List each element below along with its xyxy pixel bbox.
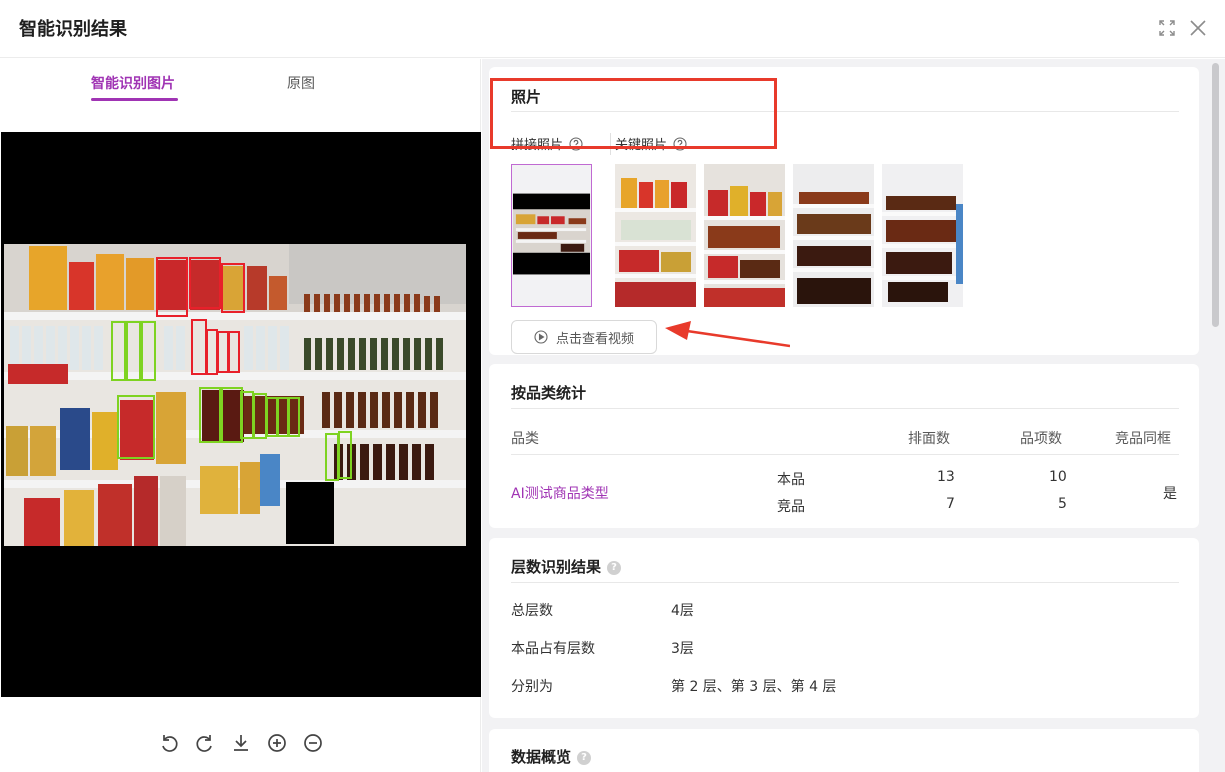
col-header-category: 品类 xyxy=(511,431,539,447)
total-layers-value: 4层 xyxy=(671,603,694,619)
zoom-out-icon[interactable] xyxy=(302,732,324,754)
divider xyxy=(511,408,1179,409)
layer-results-title: 层数识别结果? xyxy=(511,556,622,577)
key-photo-thumbnail[interactable] xyxy=(793,164,874,307)
key-photo-thumbnail[interactable] xyxy=(882,164,963,307)
play-icon xyxy=(534,330,548,344)
data-overview-title: 数据概览? xyxy=(511,746,592,767)
layers-detail-value: 第 2 层、第 3 层、第 4 层 xyxy=(671,679,837,695)
divider xyxy=(511,582,1179,583)
col-header-facings: 排面数 xyxy=(908,431,950,447)
own-layers-value: 3层 xyxy=(671,641,694,657)
help-icon[interactable]: ? xyxy=(577,750,592,765)
divider xyxy=(511,454,1179,455)
active-tab-indicator xyxy=(91,98,178,101)
own-layers-key: 本品占有层数 xyxy=(511,641,595,657)
tab-original-image[interactable]: 原图 xyxy=(287,73,315,93)
layer-results-card: 层数识别结果? 总层数 4层 本品占有层数 3层 分别为 第 2 层、第 3 层… xyxy=(489,538,1199,718)
zoom-in-icon[interactable] xyxy=(266,732,288,754)
stitched-shelf-image xyxy=(4,244,466,546)
col-header-competitor-same-frame: 竞品同框 xyxy=(1115,431,1171,447)
fullscreen-icon[interactable] xyxy=(1157,18,1177,38)
tab-smart-image[interactable]: 智能识别图片 xyxy=(91,73,175,93)
layer-results-title-text: 层数识别结果 xyxy=(511,558,602,576)
category-stats-title: 按品类统计 xyxy=(511,384,587,402)
image-toolbar xyxy=(158,732,324,754)
results-pane[interactable]: 照片 拼接照片 关键照片 点击查看视频 按品类统计 品类 排面数 品项数 竞品同… xyxy=(482,59,1225,772)
category-link[interactable]: AI测试商品类型 xyxy=(511,483,609,503)
stitched-photo-thumbnail[interactable] xyxy=(511,164,592,307)
total-layers-key: 总层数 xyxy=(511,603,553,619)
rotate-left-icon[interactable] xyxy=(158,732,180,754)
highlight-box xyxy=(490,78,777,149)
own-facings: 13 xyxy=(937,469,955,485)
close-icon[interactable] xyxy=(1188,18,1208,38)
competitor-items: 5 xyxy=(1058,496,1067,512)
dialog-header: 智能识别结果 xyxy=(0,0,1225,58)
key-photo-thumbnail[interactable] xyxy=(615,164,696,307)
own-label: 本品 xyxy=(777,472,805,488)
key-photo-thumbnail[interactable] xyxy=(704,164,785,307)
image-pane: 智能识别图片 原图 xyxy=(0,59,481,772)
own-items: 10 xyxy=(1049,469,1067,485)
help-icon[interactable]: ? xyxy=(607,560,622,575)
dialog-title: 智能识别结果 xyxy=(19,19,127,40)
competitor-facings: 7 xyxy=(946,496,955,512)
view-video-button[interactable]: 点击查看视频 xyxy=(511,320,657,354)
scrollbar[interactable] xyxy=(1212,63,1219,327)
data-overview-title-text: 数据概览 xyxy=(511,748,572,766)
download-icon[interactable] xyxy=(230,732,252,754)
rotate-right-icon[interactable] xyxy=(194,732,216,754)
annotation-arrow xyxy=(665,321,790,348)
category-stats-card: 按品类统计 品类 排面数 品项数 竞品同框 AI测试商品类型 本品 竞品 13 … xyxy=(489,364,1199,528)
image-viewer[interactable] xyxy=(1,132,481,697)
data-overview-card: 数据概览? xyxy=(489,729,1199,772)
layers-detail-key: 分别为 xyxy=(511,679,553,695)
competitor-label: 竞品 xyxy=(777,499,805,515)
view-video-label: 点击查看视频 xyxy=(555,331,634,347)
col-header-items: 品项数 xyxy=(1020,431,1062,447)
same-frame-value: 是 xyxy=(1163,486,1177,502)
